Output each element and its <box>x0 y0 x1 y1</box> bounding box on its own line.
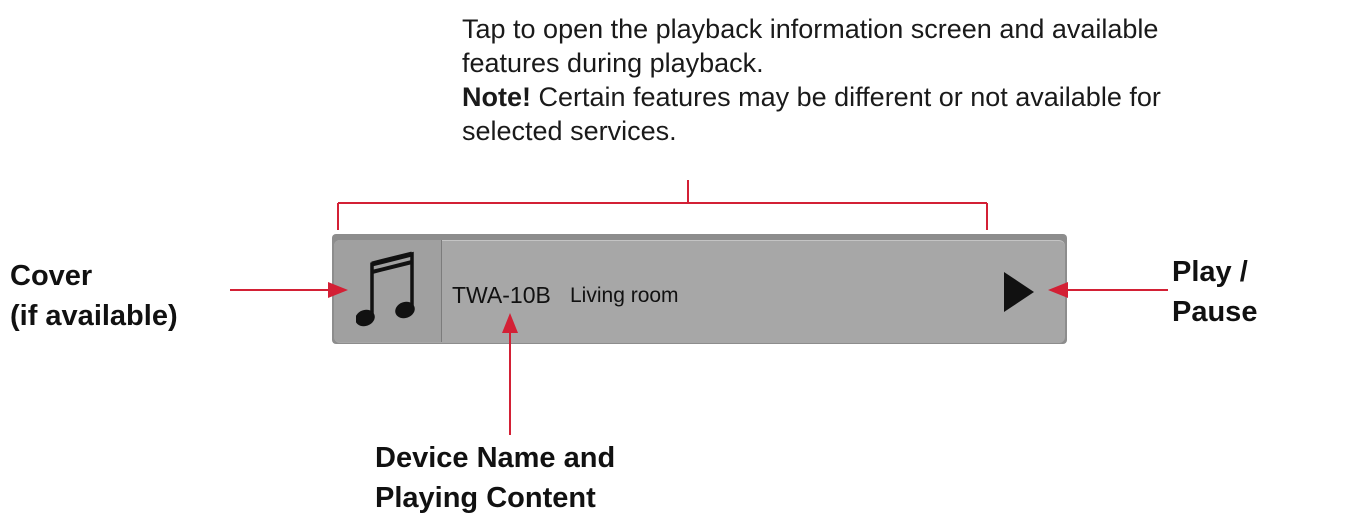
device-arrowhead <box>502 313 518 333</box>
play-callout-line-1: Play / <box>1172 256 1248 288</box>
device-callout-line-1: Device Name and <box>375 442 616 474</box>
cover-callout-line-2: (if available) <box>10 300 178 332</box>
device-name-callout: Device Name and Playing Content <box>375 438 615 518</box>
cover-callout: Cover (if available) <box>10 256 178 336</box>
device-callout-line-2: Playing Content <box>375 482 596 514</box>
play-pause-callout: Play / Pause <box>1172 252 1257 332</box>
annotation-overlay <box>230 180 1168 435</box>
play-arrowhead <box>1048 282 1068 298</box>
cover-arrowhead <box>328 282 348 298</box>
play-callout-line-2: Pause <box>1172 296 1258 328</box>
cover-callout-line-1: Cover <box>10 260 93 292</box>
